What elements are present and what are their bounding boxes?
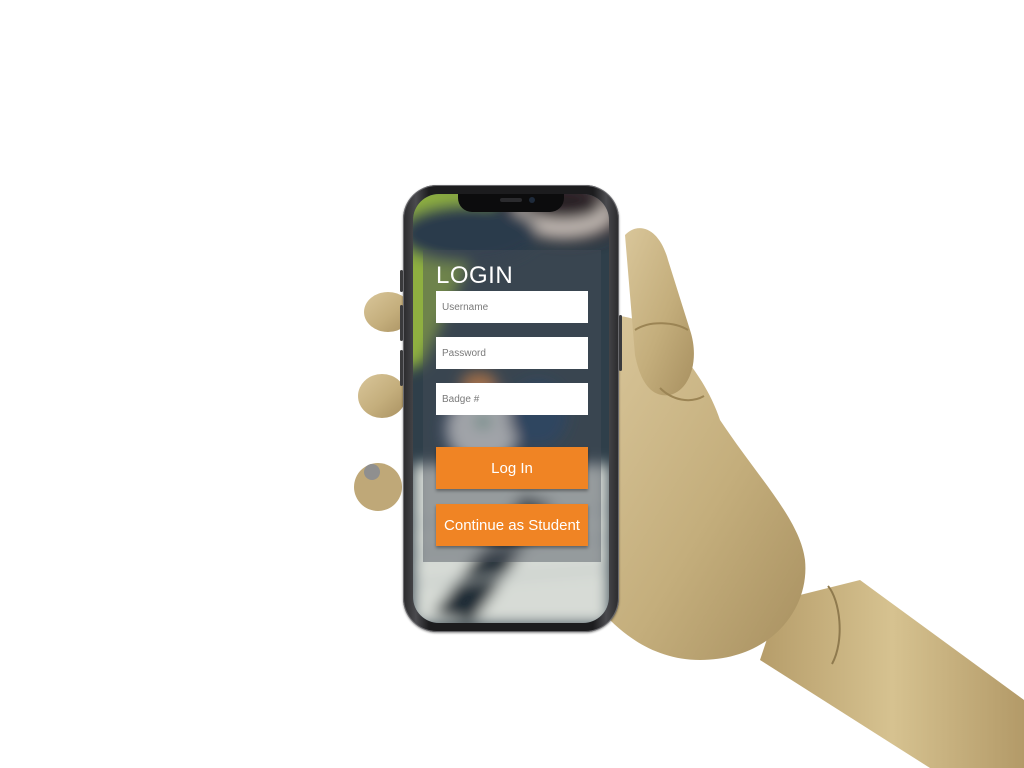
login-panel: LOGIN Log In Continue as Student — [423, 250, 601, 562]
phone-notch — [458, 194, 564, 212]
speaker-icon — [500, 198, 522, 202]
camera-icon — [529, 197, 535, 203]
username-input[interactable] — [436, 291, 588, 323]
phone-mockup: LOGIN Log In Continue as Student — [400, 185, 622, 632]
password-input[interactable] — [436, 337, 588, 369]
badge-number-input[interactable] — [436, 383, 588, 415]
login-title: LOGIN — [436, 262, 514, 289]
continue-as-student-button[interactable]: Continue as Student — [436, 504, 588, 546]
log-in-button[interactable]: Log In — [436, 447, 588, 489]
phone-screen: LOGIN Log In Continue as Student — [413, 194, 609, 623]
